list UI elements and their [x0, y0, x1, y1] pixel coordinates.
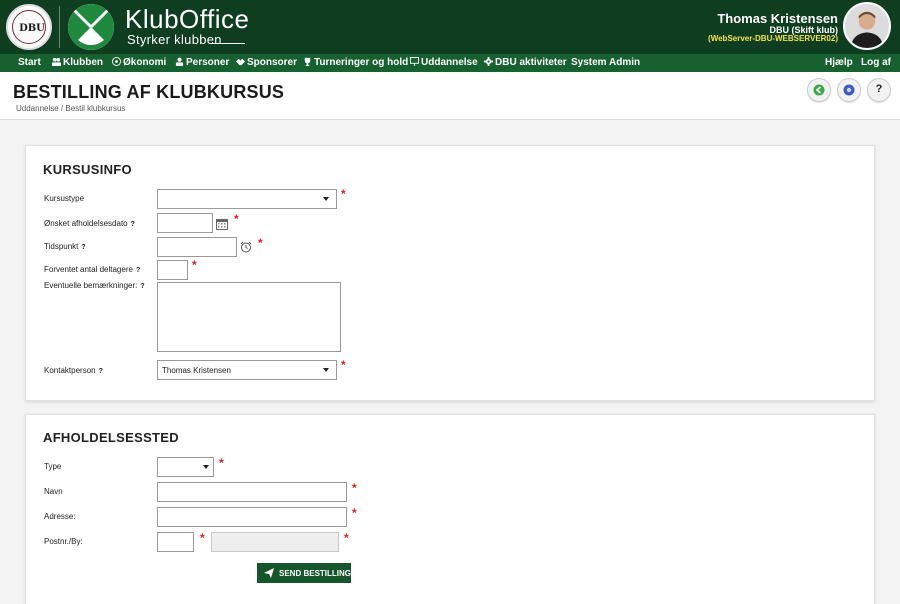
chevron-down-icon: [323, 197, 329, 201]
coin-icon: [112, 57, 121, 66]
chevron-down-icon: [203, 465, 209, 469]
help-icon[interactable]: ?: [140, 283, 144, 290]
kursustype-select[interactable]: [157, 189, 337, 209]
page-title: BESTILLING AF KLUBKURSUS: [13, 82, 285, 102]
required-mark: *: [352, 506, 357, 520]
nav-start[interactable]: Start: [18, 54, 41, 72]
person-icon: [175, 57, 184, 66]
help-icon[interactable]: ?: [81, 244, 85, 251]
page-titlebar: BESTILLING AF KLUBKURSUS Uddannelse / Be…: [0, 72, 900, 120]
nav-personer[interactable]: Personer: [175, 54, 229, 72]
afholdelsessted-title: AFHOLDELSESSTED: [43, 430, 179, 445]
nav-turneringer[interactable]: Turneringer og hold: [303, 54, 408, 72]
by-input: [211, 532, 339, 552]
help-icon[interactable]: ?: [99, 368, 103, 375]
deltagere-label: Forventet antal deltagere?: [44, 265, 141, 274]
nav-system-admin[interactable]: System Admin: [571, 54, 640, 72]
required-mark: *: [192, 258, 197, 272]
back-button[interactable]: [807, 78, 831, 102]
adresse-label: Adresse:: [44, 512, 76, 521]
kontaktperson-value: Thomas Kristensen: [162, 366, 231, 375]
brand-title: KlubOffice: [125, 4, 250, 34]
main-nav: Start Klubben Økonomi Personer Sponsorer…: [0, 54, 900, 72]
header-divider: [59, 6, 60, 48]
dbu-logo-text: DBU: [19, 23, 45, 34]
info-icon: [843, 84, 855, 96]
dbu-logo[interactable]: DBU: [6, 4, 52, 50]
people-icon: [52, 57, 61, 66]
nav-uddannelse[interactable]: Uddannelse: [410, 54, 478, 72]
breadcrumb[interactable]: Uddannelse / Bestil klubkursus: [16, 104, 125, 113]
required-mark: *: [341, 358, 346, 372]
tidspunkt-label: Tidspunkt?: [44, 242, 86, 251]
bemaerkninger-label: Eventuelle bemærkninger:?: [44, 281, 145, 290]
dato-label: Ønsket afholdelsesdato?: [44, 219, 135, 228]
top-header: DBU KlubOffice Styrker klubben Thomas Kr…: [0, 0, 900, 54]
nav-klubben[interactable]: Klubben: [52, 54, 103, 72]
kontakt-label: Kontaktperson?: [44, 366, 103, 375]
info-button[interactable]: [837, 78, 861, 102]
nav-help[interactable]: Hjælp: [825, 54, 853, 72]
type-label: Type: [44, 462, 62, 471]
avatar[interactable]: [843, 2, 891, 50]
send-bestilling-button[interactable]: SEND BESTILLING: [257, 563, 351, 583]
required-mark: *: [341, 187, 346, 201]
required-mark: *: [234, 212, 239, 226]
chevron-down-icon: [323, 368, 329, 372]
server-info: (WebServer-DBU-WEBSERVER02): [708, 34, 838, 43]
postnr-input[interactable]: [157, 532, 194, 552]
nav-sponsorer[interactable]: Sponsorer: [236, 54, 297, 72]
navn-label: Navn: [44, 487, 63, 496]
navn-input[interactable]: [157, 482, 347, 502]
back-arrow-icon: [813, 84, 825, 96]
adresse-input[interactable]: [157, 507, 347, 527]
kursusinfo-panel: KURSUSINFO Kursustype * Ønsket afholdels…: [25, 145, 875, 401]
brand-underline: [212, 43, 245, 44]
gear-icon: [484, 57, 493, 66]
required-mark: *: [258, 236, 263, 250]
user-name[interactable]: Thomas Kristensen: [717, 11, 838, 26]
nav-okonomi[interactable]: Økonomi: [112, 54, 166, 72]
question-icon: ?: [875, 83, 883, 95]
required-mark: *: [200, 531, 205, 545]
help-icon[interactable]: ?: [131, 221, 135, 228]
dato-input[interactable]: [157, 213, 213, 233]
tidspunkt-input[interactable]: [157, 237, 237, 257]
dbu-seal: DBU: [12, 10, 46, 44]
kursusinfo-title: KURSUSINFO: [43, 162, 132, 177]
afholdelsessted-panel: AFHOLDELSESSTED Type * Navn * Adresse: *…: [25, 414, 875, 604]
help-icon[interactable]: ?: [136, 267, 140, 274]
kursustype-label: Kursustype: [44, 194, 85, 203]
alarm-clock-icon[interactable]: [240, 240, 252, 253]
help-button[interactable]: ?: [867, 78, 891, 102]
brand-subtitle: Styrker klubben: [127, 32, 222, 47]
trophy-icon: [304, 57, 311, 66]
calendar-icon[interactable]: [216, 217, 228, 230]
type-select[interactable]: [157, 457, 214, 477]
required-mark: *: [344, 531, 349, 545]
board-icon: [410, 57, 419, 66]
handshake-icon: [236, 58, 245, 66]
required-mark: *: [352, 481, 357, 495]
nav-logout[interactable]: Log af: [861, 54, 891, 72]
deltagere-input[interactable]: [157, 260, 188, 280]
required-mark: *: [219, 456, 224, 470]
postnr-label: Postnr./By:: [44, 537, 83, 546]
paper-plane-icon: [264, 568, 274, 578]
kluboffice-logo-icon[interactable]: [68, 4, 114, 50]
nav-dbu-aktiviteter[interactable]: DBU aktiviteter: [484, 54, 567, 72]
bemaerkninger-textarea[interactable]: [157, 282, 341, 352]
kontaktperson-select[interactable]: Thomas Kristensen: [157, 360, 337, 380]
